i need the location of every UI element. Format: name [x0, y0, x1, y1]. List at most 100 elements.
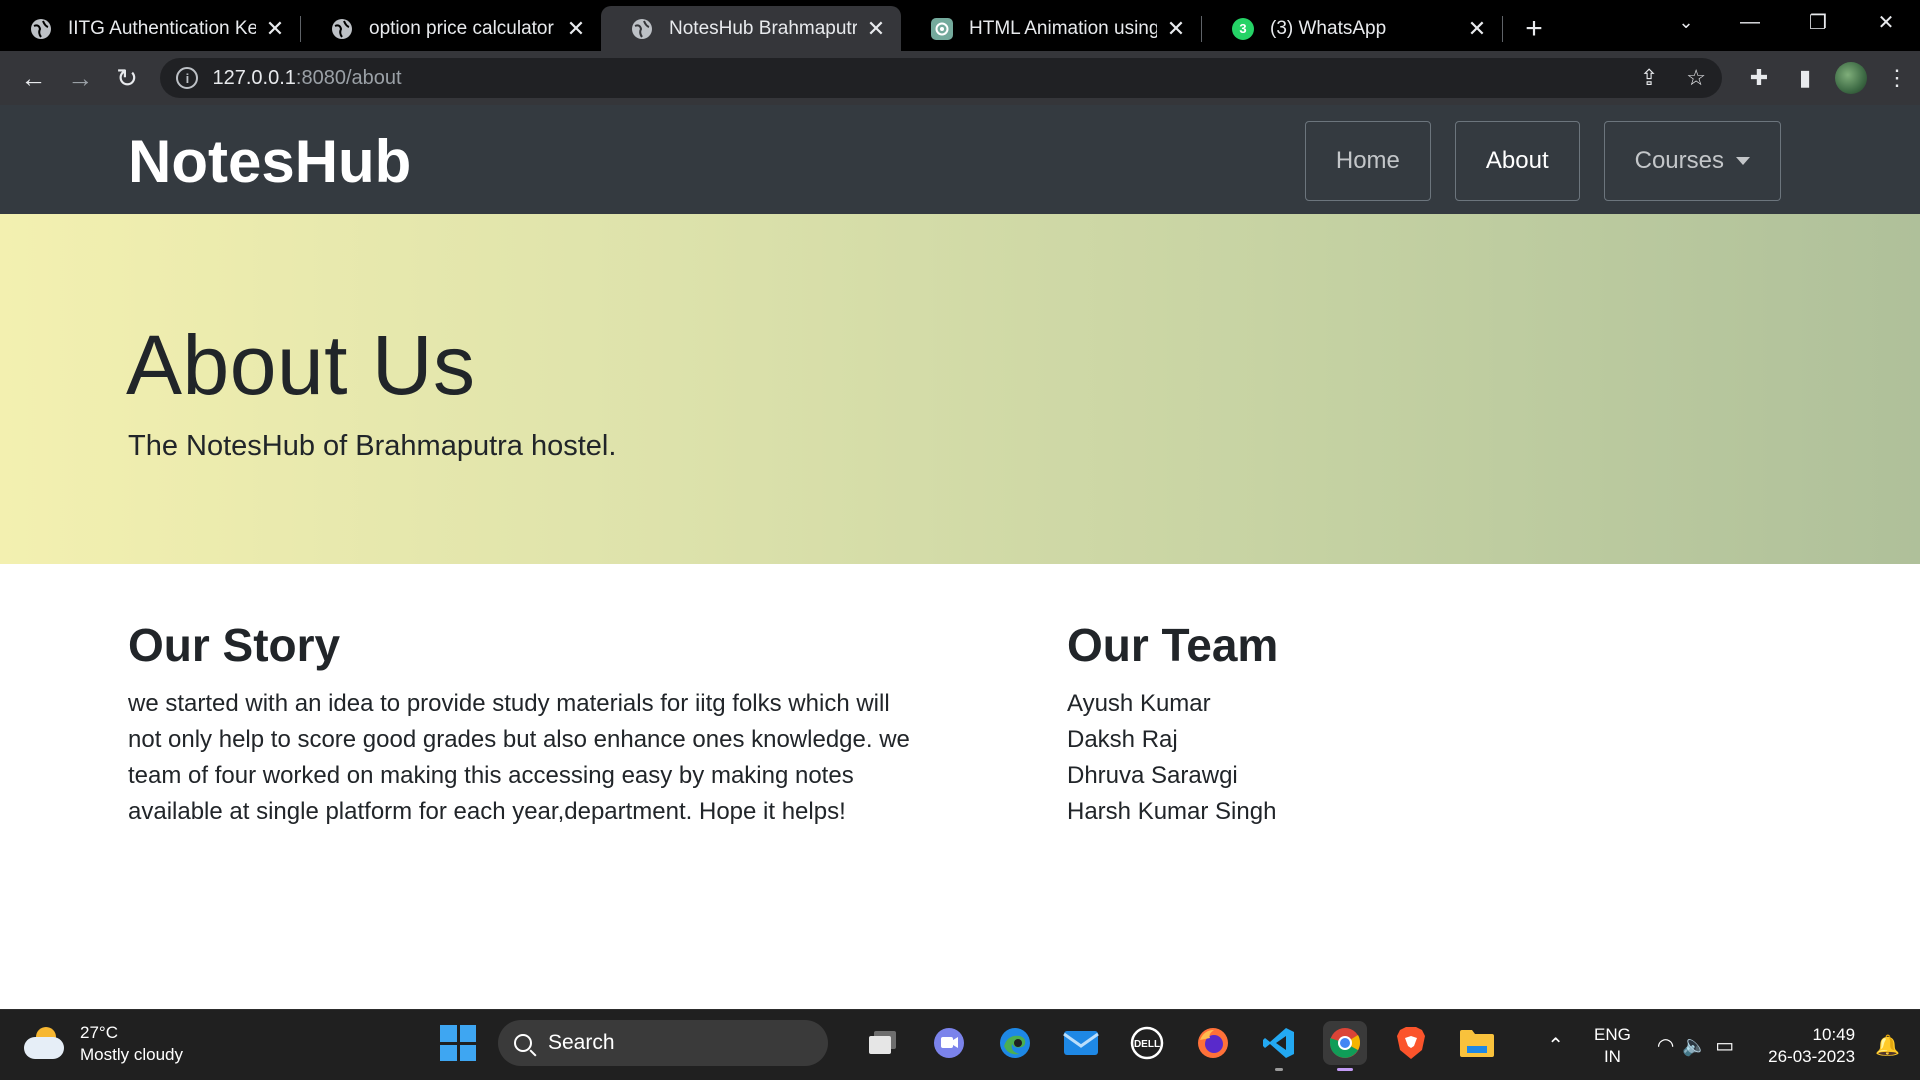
system-tray: ⌃ ENG IN ◠🔈▭ 10:49 26-03-2023 🔔 — [1547, 1010, 1920, 1080]
edge-browser-icon[interactable] — [993, 1021, 1037, 1065]
nav-links: Home About Courses — [1304, 121, 1781, 201]
url-path: :8080/about — [295, 66, 402, 89]
minimize-icon[interactable]: — — [1716, 11, 1784, 34]
brave-icon[interactable] — [1389, 1021, 1433, 1065]
nav-home-link[interactable]: Home — [1304, 121, 1431, 201]
lang-bottom: IN — [1603, 1046, 1621, 1066]
notification-bell-icon[interactable]: 🔔 — [1875, 1033, 1900, 1058]
battery-icon: ▭ — [1715, 1035, 1743, 1057]
weather-widget[interactable]: 27°C Mostly cloudy — [24, 1022, 183, 1066]
restore-icon[interactable]: ❐ — [1784, 10, 1852, 35]
tab-noteshub-brahmaputra[interactable]: NotesHub Brahmaputra ✕ — [601, 6, 901, 51]
tab-title: IITG Authentication Keepa — [68, 17, 256, 39]
whatsapp-icon: 3 — [1232, 17, 1254, 40]
tab-iitg-authentication[interactable]: IITG Authentication Keepa ✕ — [0, 6, 300, 51]
reload-icon[interactable]: ↻ — [104, 58, 151, 98]
story-text: we started with an idea to provide study… — [128, 690, 910, 825]
task-view-icon[interactable] — [861, 1021, 905, 1065]
team-heading: Our Team — [1067, 619, 1279, 671]
close-window-icon[interactable]: ✕ — [1852, 10, 1920, 35]
clock-time: 10:49 — [1812, 1024, 1856, 1044]
team-list: Ayush Kumar Daksh Raj Dhruva Sarawgi Har… — [1067, 686, 1767, 830]
team-member: Ayush Kumar — [1067, 690, 1211, 717]
running-indicator — [1275, 1068, 1283, 1071]
dell-icon[interactable]: DELL — [1125, 1021, 1169, 1065]
cloudy-weather-icon — [24, 1027, 66, 1061]
start-windows-icon[interactable] — [440, 1025, 476, 1061]
team-column: Our Team Ayush Kumar Daksh Raj Dhruva Sa… — [1067, 618, 1767, 830]
taskbar-apps: Search DELL — [440, 1020, 1510, 1071]
site-navbar: NotesHub Home About Courses — [0, 105, 1920, 214]
quick-settings[interactable]: ◠🔈▭ — [1657, 1033, 1742, 1058]
globe-icon — [30, 18, 52, 40]
side-panel-icon[interactable]: ▮ — [1782, 65, 1828, 91]
site-brand[interactable]: NotesHub — [128, 127, 411, 196]
profile-avatar[interactable] — [1835, 62, 1868, 94]
tab-divider — [1502, 15, 1503, 42]
close-tab-icon[interactable]: ✕ — [264, 16, 286, 42]
tab-title: option price calculator — [369, 17, 554, 39]
show-hidden-icons-chevron-icon[interactable]: ⌃ — [1547, 1033, 1564, 1058]
globe-icon — [631, 18, 653, 40]
vscode-icon[interactable] — [1257, 1021, 1301, 1071]
tab-title: NotesHub Brahmaputra — [669, 17, 857, 39]
close-tab-icon[interactable]: ✕ — [865, 16, 887, 42]
hero-banner: About Us The NotesHub of Brahmaputra hos… — [0, 214, 1920, 564]
forward-arrow-icon[interactable]: → — [57, 58, 104, 98]
chatgpt-icon — [931, 17, 953, 40]
search-icon — [514, 1034, 532, 1052]
address-bar[interactable]: i 127.0.0.1 :8080/about ⇪ ☆ — [160, 58, 1723, 98]
tab-option-price-calculator[interactable]: option price calculator ✕ — [301, 6, 601, 51]
back-arrow-icon[interactable]: ← — [10, 58, 57, 98]
weather-desc: Mostly cloudy — [80, 1045, 183, 1064]
globe-icon — [331, 18, 353, 40]
volume-icon: 🔈 — [1682, 1035, 1716, 1057]
language-indicator[interactable]: ENG IN — [1594, 1024, 1631, 1068]
story-heading: Our Story — [128, 619, 341, 671]
tab-title: HTML Animation using CS — [969, 17, 1157, 39]
team-member: Harsh Kumar Singh — [1067, 798, 1277, 825]
new-tab-button[interactable]: + — [1509, 6, 1559, 51]
url-host: 127.0.0.1 — [212, 66, 296, 89]
search-label: Search — [548, 1031, 615, 1054]
tab-title: (3) WhatsApp — [1270, 17, 1387, 39]
close-tab-icon[interactable]: ✕ — [565, 16, 587, 42]
bookmark-star-icon[interactable]: ☆ — [1686, 65, 1706, 91]
clock-date: 26-03-2023 — [1768, 1046, 1856, 1066]
nav-about-link[interactable]: About — [1454, 121, 1580, 201]
chrome-icon[interactable] — [1323, 1021, 1367, 1071]
courses-label: Courses — [1634, 147, 1724, 174]
lang-top: ENG — [1594, 1024, 1631, 1044]
close-tab-icon[interactable]: ✕ — [1165, 16, 1187, 42]
mail-icon[interactable] — [1059, 1021, 1103, 1065]
tab-html-animation[interactable]: HTML Animation using CS ✕ — [901, 6, 1201, 51]
caret-down-icon — [1736, 157, 1750, 165]
wifi-icon: ◠ — [1656, 1035, 1683, 1057]
menu-kebab-icon[interactable]: ⋮ — [1874, 65, 1920, 91]
firefox-icon[interactable] — [1191, 1021, 1235, 1065]
weather-temp: 27°C — [80, 1023, 118, 1042]
page-title: About Us — [126, 318, 476, 412]
tab-whatsapp[interactable]: 3 (3) WhatsApp ✕ — [1202, 6, 1502, 51]
svg-text:DELL: DELL — [1134, 1039, 1160, 1050]
tab-search-chevron-icon[interactable]: ⌄ — [1656, 12, 1716, 33]
team-member: Dhruva Sarawgi — [1067, 762, 1238, 789]
file-explorer-icon[interactable] — [1455, 1021, 1499, 1065]
extensions-puzzle-icon[interactable]: ✚ — [1736, 65, 1782, 91]
active-app-indicator — [1337, 1068, 1353, 1071]
site-info-icon[interactable]: i — [176, 67, 199, 89]
hero-subtitle: The NotesHub of Brahmaputra hostel. — [128, 430, 617, 462]
browser-toolbar: ← → ↻ i 127.0.0.1 :8080/about ⇪ ☆ ✚ ▮ ⋮ — [0, 51, 1920, 105]
teams-chat-icon[interactable] — [927, 1021, 971, 1065]
os-taskbar: 27°C Mostly cloudy Search DELL ⌃ ENG IN … — [0, 1009, 1920, 1080]
close-tab-icon[interactable]: ✕ — [1466, 16, 1488, 42]
team-member: Daksh Raj — [1067, 726, 1178, 753]
taskbar-clock[interactable]: 10:49 26-03-2023 — [1768, 1024, 1855, 1068]
window-controls: ⌄ — ❐ ✕ — [1656, 0, 1920, 45]
taskbar-search[interactable]: Search — [498, 1020, 828, 1066]
page-viewport: NotesHub Home About Courses About Us The… — [0, 105, 1920, 1009]
toolbar-icons: ✚ ▮ ⋮ — [1736, 62, 1920, 94]
browser-tab-strip: IITG Authentication Keepa ✕ option price… — [0, 0, 1920, 51]
nav-courses-dropdown[interactable]: Courses — [1603, 121, 1781, 201]
share-icon[interactable]: ⇪ — [1640, 65, 1658, 91]
